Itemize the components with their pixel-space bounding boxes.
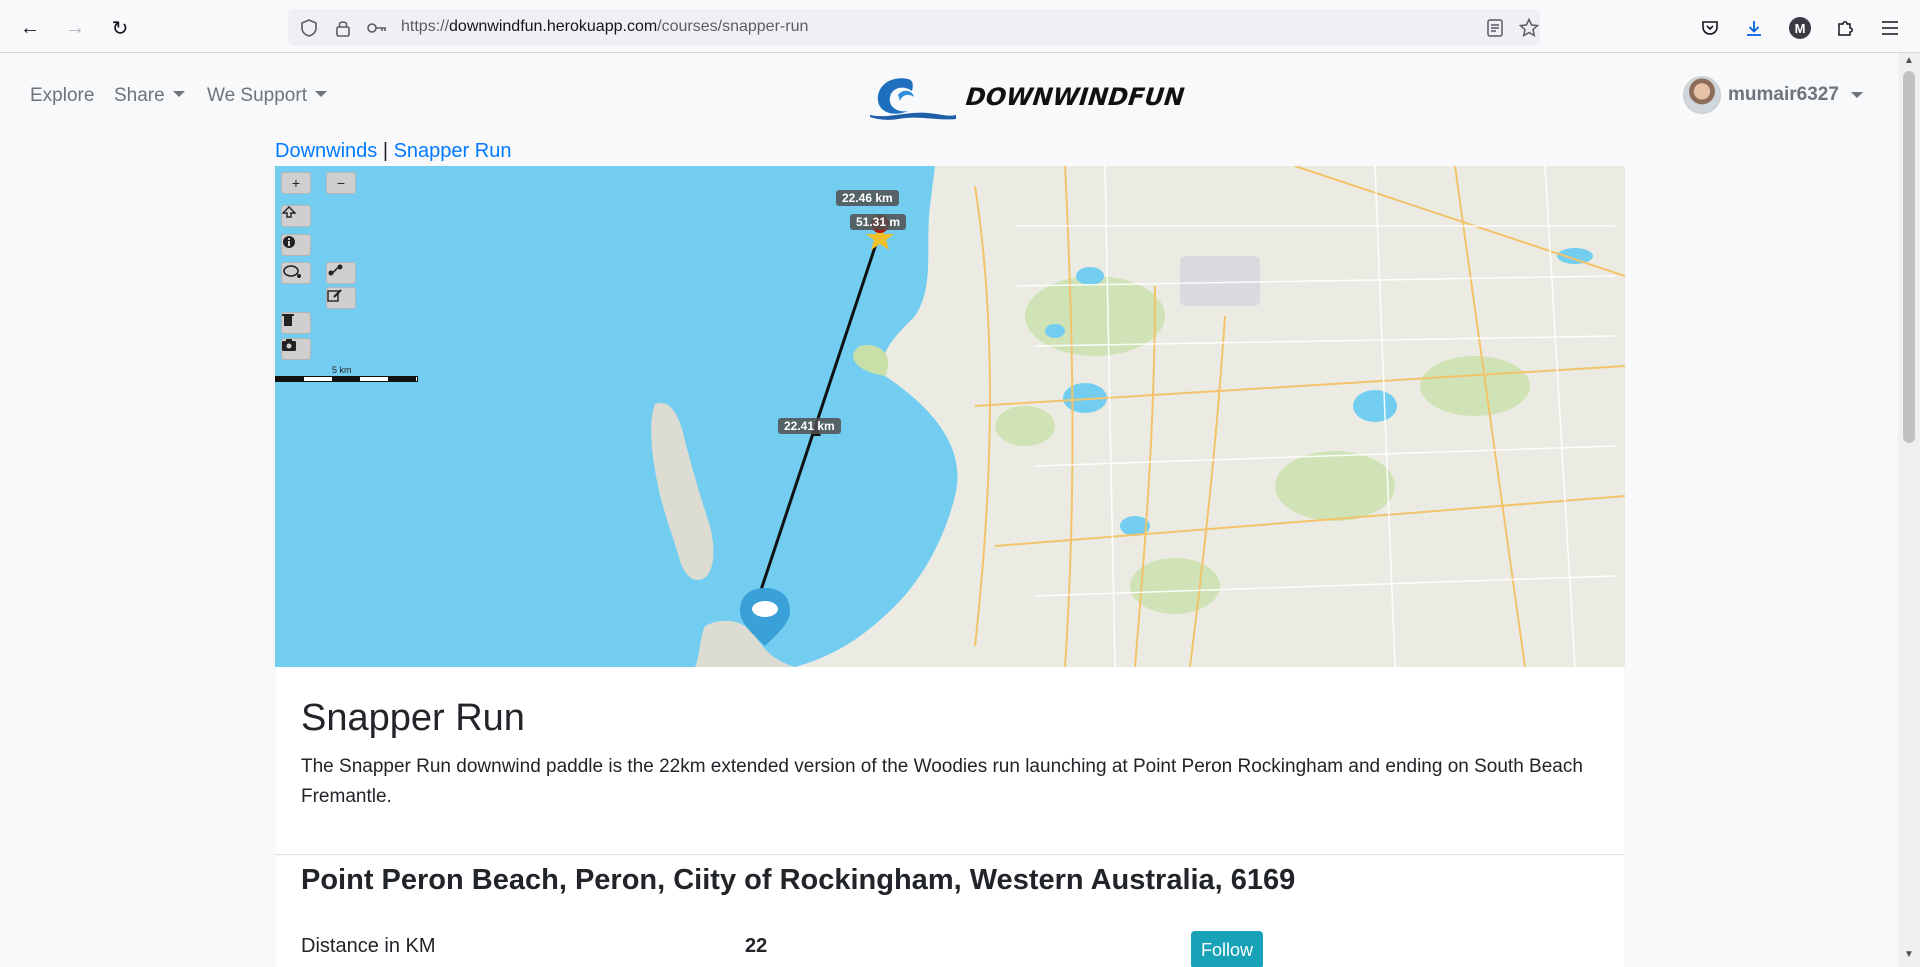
reload-icon[interactable]: ↻ [104, 12, 136, 44]
nav-share-dropdown[interactable]: Share [114, 85, 185, 107]
shield-icon[interactable] [298, 17, 320, 39]
map-canvas[interactable] [275, 166, 1625, 667]
nav-we-support-dropdown[interactable]: We Support [207, 85, 327, 107]
reader-view-icon[interactable] [1484, 17, 1506, 39]
breadcrumb: Downwinds | Snapper Run [275, 140, 511, 163]
extensions-icon[interactable] [1831, 14, 1859, 42]
pocket-icon[interactable] [1696, 14, 1724, 42]
scroll-up-icon[interactable]: ▲ [1904, 55, 1914, 66]
chevron-down-icon [1850, 92, 1863, 98]
avatar [1683, 76, 1721, 114]
course-card: Snapper Run The Snapper Run downwind pad… [276, 667, 1624, 855]
breadcrumb-downwinds-link[interactable]: Downwinds [275, 140, 377, 162]
location-card: Point Peron Beach, Peron, Ciity of Rocki… [276, 856, 1624, 967]
browser-toolbar: ← → ↻ https://downwindfun.herokuapp.com/… [0, 0, 1920, 53]
page-scrollbar[interactable]: ▲ ▼ [1898, 53, 1920, 967]
segment-distance-label: 22.41 km [778, 418, 841, 434]
user-menu[interactable]: mumair6327 [1683, 75, 1863, 115]
forward-arrow-icon[interactable]: → [59, 12, 91, 44]
location-title: Point Peron Beach, Peron, Ciity of Rocki… [301, 864, 1296, 896]
course-description: The Snapper Run downwind paddle is the 2… [301, 756, 1583, 807]
distance-label: Distance in KM [301, 935, 436, 957]
camera-icon[interactable] [281, 338, 311, 360]
follow-button[interactable]: Follow [1191, 931, 1263, 967]
scale-bar [275, 376, 418, 382]
logo-text: DOWNWINDFUN [964, 83, 1186, 111]
distance-value: 22 [745, 935, 768, 957]
back-arrow-icon[interactable]: ← [14, 12, 46, 44]
route-tool-icon[interactable] [326, 262, 356, 284]
breadcrumb-snapper-run-link[interactable]: Snapper Run [394, 140, 512, 162]
url-text[interactable]: https://downwindfun.herokuapp.com/course… [401, 18, 808, 36]
bookmark-star-icon[interactable] [1518, 17, 1540, 39]
total-distance-label: 22.46 km [836, 190, 899, 206]
lock-icon[interactable] [332, 17, 354, 39]
edit-icon[interactable] [326, 287, 356, 309]
nav-explore[interactable]: Explore [30, 85, 94, 107]
page-title: Snapper Run [301, 697, 525, 739]
reset-rotation-icon[interactable] [281, 205, 311, 227]
account-icon[interactable]: M [1786, 14, 1814, 42]
map-scale: 5 km [275, 365, 418, 382]
username: mumair6327 [1728, 84, 1839, 105]
wave-logo-icon [870, 78, 956, 120]
chevron-down-icon [172, 91, 185, 97]
scroll-thumb[interactable] [1903, 71, 1915, 443]
trash-icon[interactable] [281, 312, 311, 334]
nav-share-label: Share [114, 85, 165, 106]
site-navbar: Explore Share We Support DOWNWINDFUN mum… [0, 53, 1898, 136]
menu-icon[interactable] [1876, 14, 1904, 42]
zoom-in-button[interactable]: + [281, 172, 311, 194]
key-icon[interactable] [366, 17, 388, 39]
draw-circle-icon[interactable] [281, 262, 311, 284]
scroll-down-icon[interactable]: ▼ [1904, 949, 1914, 960]
nav-we-support-label: We Support [207, 85, 307, 106]
course-map[interactable]: 22.46 km 51.31 m 22.41 km + − 5 km [275, 166, 1625, 667]
elevation-label: 51.31 m [850, 214, 907, 230]
chevron-down-icon [314, 91, 327, 97]
downloads-icon[interactable] [1740, 14, 1768, 42]
address-bar[interactable]: https://downwindfun.herokuapp.com/course… [288, 9, 1540, 46]
site-logo[interactable]: DOWNWINDFUN [868, 73, 1186, 121]
scale-label: 5 km [332, 365, 352, 375]
info-icon[interactable] [281, 234, 311, 256]
breadcrumb-separator: | [377, 140, 394, 162]
zoom-out-button[interactable]: − [326, 172, 356, 194]
